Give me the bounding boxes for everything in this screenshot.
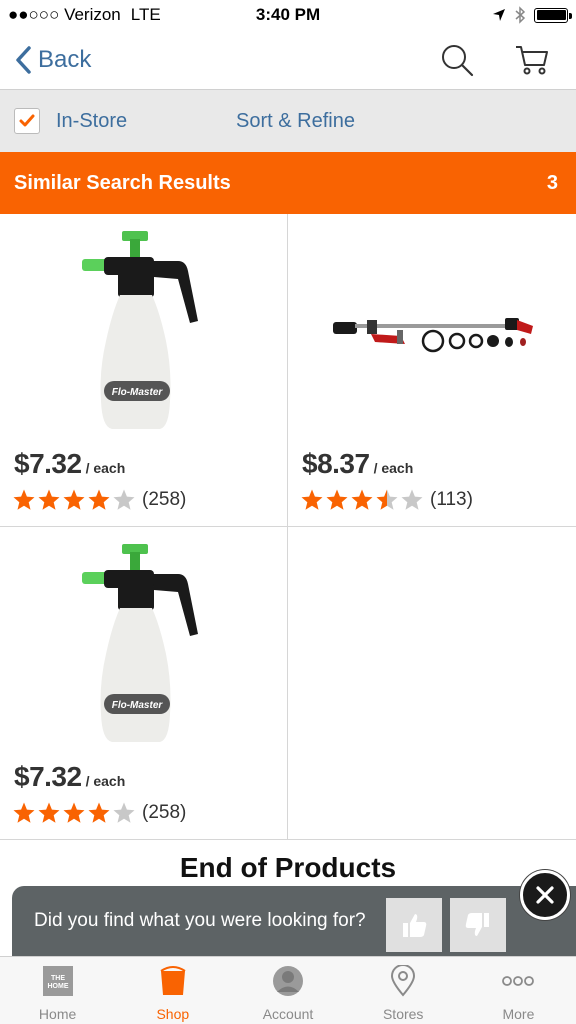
star-full-icon xyxy=(63,802,85,823)
product-price: $7.32 xyxy=(14,761,82,792)
star-rating xyxy=(300,488,424,512)
tab-stores[interactable]: Stores xyxy=(346,957,461,1024)
status-bar: ●●○○○ Verizon LTE 3:40 PM xyxy=(0,0,576,30)
nav-bar: Back xyxy=(0,30,576,90)
tab-label: Home xyxy=(38,1006,77,1022)
star-full-icon xyxy=(13,802,35,823)
pump-sprayer-image: Flo-Master xyxy=(82,230,198,429)
spray-wand-kit-image xyxy=(333,318,533,353)
pump-sprayer-image: Flo-Master xyxy=(82,543,198,742)
star-half-icon xyxy=(376,489,398,510)
star-full-icon xyxy=(13,489,35,510)
star-full-icon xyxy=(326,489,348,510)
bucket-icon xyxy=(158,965,188,1000)
rating-row: (258) xyxy=(12,801,186,825)
product-card[interactable]: Flo-Master $7.32 / each (258) xyxy=(0,527,288,840)
review-count: (113) xyxy=(430,489,473,510)
review-count: (258) xyxy=(142,802,187,823)
results-count: 3 xyxy=(546,171,558,194)
price-unit: / each xyxy=(85,773,126,789)
product-price: $7.32 xyxy=(14,448,82,479)
star-rating xyxy=(12,801,136,825)
star-full-icon xyxy=(38,802,60,823)
in-store-label[interactable]: In-Store xyxy=(56,110,127,133)
location-arrow-icon xyxy=(493,9,505,21)
thumbs-up-icon xyxy=(403,914,427,937)
empty-grid-cell xyxy=(288,527,576,840)
tab-label: Stores xyxy=(382,1006,424,1022)
star-empty-icon xyxy=(113,802,135,823)
tab-label: Account xyxy=(262,1006,314,1022)
feedback-banner: Did you find what you were looking for? xyxy=(12,886,576,956)
tab-bar: THE HOME Home Shop Account Stores More xyxy=(0,956,576,1024)
star-full-icon xyxy=(63,489,85,510)
review-count: (258) xyxy=(142,489,187,510)
close-icon xyxy=(536,886,554,904)
svg-text:HOME: HOME xyxy=(47,983,68,990)
thumbs-down-icon xyxy=(465,913,489,936)
product-card[interactable]: $8.37 / each (113) xyxy=(288,214,576,527)
product-image-wand[interactable] xyxy=(288,228,576,438)
tab-more[interactable]: More xyxy=(461,957,576,1024)
tab-home[interactable]: THE HOME Home xyxy=(0,957,115,1024)
star-empty-icon xyxy=(113,489,135,510)
status-time: 3:40 PM xyxy=(255,5,321,24)
feedback-question: Did you find what you were looking for? xyxy=(34,910,366,931)
filter-bar: In-Store Sort & Refine xyxy=(0,90,576,152)
more-dots-icon xyxy=(501,965,535,1000)
star-full-icon xyxy=(38,489,60,510)
location-pin-icon xyxy=(390,964,416,1000)
price-row: $8.37 / each xyxy=(302,448,413,480)
tab-label: Shop xyxy=(156,1006,190,1022)
thumbs-down-button[interactable] xyxy=(450,898,506,952)
thumbs-up-button[interactable] xyxy=(386,898,442,952)
product-price: $8.37 xyxy=(302,448,370,479)
results-title: Similar Search Results xyxy=(14,171,231,194)
price-row: $7.32 / each xyxy=(14,761,125,793)
sort-refine-button[interactable]: Sort & Refine xyxy=(236,110,355,133)
rating-row: (113) xyxy=(300,488,473,512)
star-full-icon xyxy=(301,489,323,510)
in-store-checkbox[interactable] xyxy=(14,108,40,134)
close-feedback-button[interactable] xyxy=(520,870,570,920)
bluetooth-icon xyxy=(515,6,526,24)
checkmark-icon xyxy=(19,114,35,127)
brand-logo: Flo-Master xyxy=(112,387,164,398)
product-card[interactable]: Flo-Master $7.32 / each (258) xyxy=(0,214,288,527)
product-image-sprayer[interactable]: Flo-Master xyxy=(0,541,288,751)
rating-row: (258) xyxy=(12,488,186,512)
star-full-icon xyxy=(351,489,373,510)
back-button[interactable]: Back xyxy=(14,45,91,75)
price-unit: / each xyxy=(85,460,126,476)
star-empty-icon xyxy=(401,489,423,510)
results-header: Similar Search Results 3 xyxy=(0,152,576,214)
tab-account[interactable]: Account xyxy=(230,957,345,1024)
star-rating xyxy=(12,488,136,512)
price-unit: / each xyxy=(373,460,414,476)
tab-label: More xyxy=(502,1006,535,1022)
svg-text:THE: THE xyxy=(51,975,65,982)
tab-shop[interactable]: Shop xyxy=(115,957,230,1024)
cart-icon[interactable] xyxy=(514,43,550,77)
chevron-left-icon xyxy=(16,45,31,74)
search-icon[interactable] xyxy=(440,43,474,77)
price-row: $7.32 / each xyxy=(14,448,125,480)
account-icon xyxy=(272,965,304,1000)
product-image-sprayer[interactable]: Flo-Master xyxy=(0,228,288,438)
nav-icons xyxy=(440,43,550,77)
status-right xyxy=(492,6,572,24)
star-full-icon xyxy=(88,802,110,823)
star-full-icon xyxy=(88,489,110,510)
battery-icon xyxy=(534,7,572,23)
end-of-products-label: End of Products xyxy=(179,852,397,883)
home-depot-logo-icon: THE HOME xyxy=(42,965,74,1000)
brand-logo: Flo-Master xyxy=(112,700,164,711)
back-label: Back xyxy=(38,45,92,73)
